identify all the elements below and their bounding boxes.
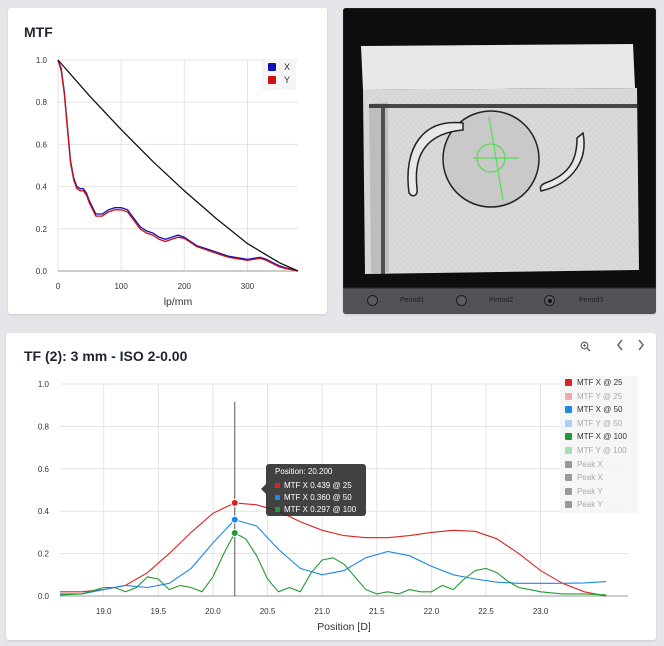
legend-item[interactable]: Peak Y (565, 500, 603, 509)
tooltip-dot (275, 507, 280, 513)
legend-label: Y (284, 75, 290, 85)
legend-swatch (565, 419, 572, 427)
x-tick-label: 100 (114, 282, 128, 291)
legend-swatch (565, 433, 572, 441)
chart-tooltip: Position: 20.200 MTF X 0.439 @ 25 MTF X … (261, 464, 366, 516)
period-selector: Period1 Period2 Period3 (343, 288, 656, 314)
legend-swatch (268, 76, 276, 84)
tooltip-text: MTF X 0.360 @ 50 (284, 493, 352, 502)
zoom-icon[interactable] (580, 340, 591, 355)
legend-label: Peak Y (577, 486, 603, 496)
cursor-marker (230, 529, 239, 538)
legend-item[interactable]: MTF X @ 25 (565, 378, 622, 387)
chevron-left-icon[interactable] (616, 339, 624, 354)
series-line (57, 59, 299, 272)
chevron-right-icon[interactable] (637, 339, 645, 354)
legend-item[interactable]: MTF Y @ 25 (565, 392, 622, 401)
x-axis-label: Position [D] (317, 621, 371, 633)
legend-swatch (565, 474, 572, 482)
period3-radio[interactable] (544, 295, 555, 306)
legend-swatch (565, 487, 572, 495)
y-tick-label: 0.4 (36, 183, 48, 192)
legend-item[interactable]: Peak X (565, 473, 603, 482)
x-tick-label: 20.0 (205, 607, 221, 616)
cursor-marker (230, 498, 239, 507)
legend-swatch (565, 501, 572, 509)
y-tick-label: 0.0 (36, 267, 48, 276)
y-tick-label: 0.6 (38, 465, 50, 474)
target-image (343, 8, 656, 288)
x-tick-label: 20.5 (260, 607, 276, 616)
x-tick-label: 22.5 (478, 607, 494, 616)
x-tick-label: 200 (178, 282, 192, 291)
y-tick-label: 0.0 (38, 592, 50, 601)
legend-swatch (565, 406, 572, 414)
legend-item[interactable]: MTF X @ 50 (565, 405, 622, 414)
x-tick-label: 23.0 (533, 607, 549, 616)
x-tick-label: 300 (241, 282, 255, 291)
legend-swatch (565, 460, 572, 468)
period1-label: Period1 (400, 297, 425, 304)
tooltip-line: MTF X 0.439 @ 25 (275, 481, 352, 490)
y-tick-label: 0.2 (36, 225, 48, 234)
mtf-panel: MTF 0.0 0.2 0.4 0.6 0.8 1.0 0 100 200 300 lp/mm X Y (8, 8, 327, 314)
legend-label: Peak X (577, 473, 603, 483)
x-tick-label: 21.5 (369, 607, 385, 616)
x-tick-label: 0 (56, 282, 61, 291)
legend-label: MTF X @ 50 (577, 405, 623, 415)
legend-label: X (284, 62, 290, 72)
legend-label: Peak Y (577, 500, 603, 510)
legend-label: Peak X (577, 459, 603, 469)
y-tick-label: 1.0 (38, 380, 50, 389)
image-panel: Period1 Period2 Period3 (343, 8, 656, 314)
y-tick-label: 0.8 (38, 422, 50, 431)
period2-label: Period2 (489, 297, 514, 304)
legend-label: MTF Y @ 100 (577, 446, 627, 455)
x-tick-label: 19.0 (96, 607, 112, 616)
y-tick-label: 0.6 (36, 140, 48, 149)
legend-label: MTF Y @ 25 (577, 391, 623, 401)
tf-legend: MTF X @ 25 MTF Y @ 25 MTF X @ 50 MTF Y @ 50… (560, 376, 638, 513)
series-line (57, 59, 299, 272)
y-tick-label: 0.2 (38, 550, 50, 559)
tooltip-dot (275, 495, 280, 501)
period1-radio[interactable] (367, 295, 378, 306)
legend-item[interactable]: MTF Y @ 100 (565, 446, 627, 455)
legend-item[interactable]: Peak Y (565, 487, 603, 496)
x-tick-label: 22.0 (424, 607, 440, 616)
legend-swatch (565, 447, 572, 454)
period3-label: Period3 (579, 297, 604, 304)
x-tick-label: 19.5 (151, 607, 167, 616)
y-tick-label: 0.4 (38, 507, 50, 516)
x-tick-label: 21.0 (314, 607, 330, 616)
legend-label: MTF X @ 25 (577, 378, 623, 387)
cursor-marker (230, 515, 239, 524)
legend-label: MTF Y @ 50 (577, 418, 623, 428)
period2-radio[interactable] (456, 295, 467, 306)
tooltip-text: MTF X 0.439 @ 25 (284, 481, 352, 490)
tooltip-text: MTF X 0.297 @ 100 (284, 505, 357, 514)
legend-item[interactable]: Peak X (565, 460, 603, 469)
legend-swatch (565, 392, 572, 400)
tooltip-line: MTF X 0.360 @ 50 (275, 493, 352, 502)
tooltip-dot (275, 483, 280, 489)
legend-swatch (268, 63, 276, 71)
legend-item[interactable]: MTF Y @ 50 (565, 419, 622, 428)
legend-item[interactable]: MTF X @ 100 (565, 432, 627, 441)
y-tick-label: 0.8 (36, 98, 48, 107)
mtf-legend: XY (262, 60, 296, 90)
tooltip-line: MTF X 0.297 @ 100 (275, 505, 356, 514)
legend-background (262, 60, 296, 90)
series-line (57, 59, 299, 272)
series-line (59, 532, 607, 596)
y-tick-label: 1.0 (36, 56, 48, 65)
legend-label: MTF X @ 100 (577, 432, 627, 442)
mtf-chart: 0.0 0.2 0.4 0.6 0.8 1.0 0 100 200 300 lp/mm XY (36, 56, 299, 308)
x-axis-label: lp/mm (164, 296, 193, 308)
tooltip-header: Position: 20.200 (275, 467, 333, 476)
legend-swatch (565, 379, 572, 386)
